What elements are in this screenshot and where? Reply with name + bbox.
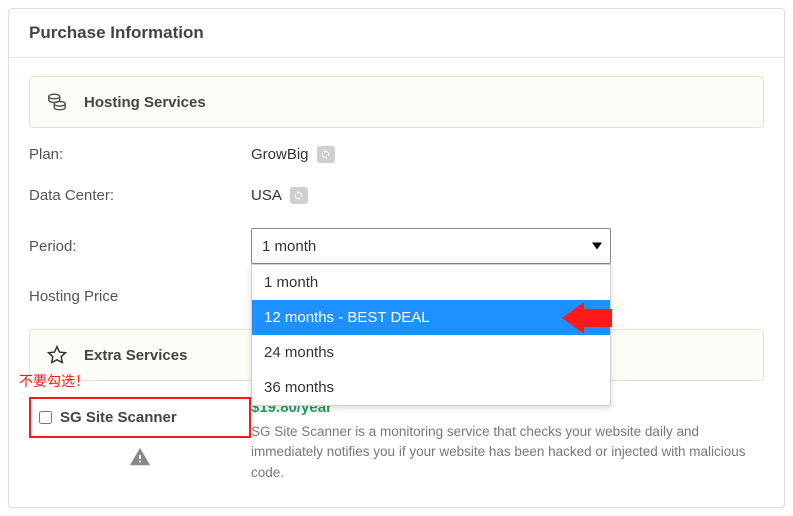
extra-right: $19.80/year SG Site Scanner is a monitor…	[251, 399, 764, 483]
extra-left: 不要勾选！ SG Site Scanner	[29, 399, 251, 483]
plan-value: GrowBig	[251, 146, 764, 163]
datacenter-value: USA	[251, 187, 764, 204]
scanner-label: SG Site Scanner	[60, 409, 177, 426]
datacenter-refresh-button[interactable]	[290, 187, 308, 204]
plan-label: Plan:	[29, 146, 251, 163]
panel-header: Purchase Information	[9, 9, 784, 58]
datacenter-value-text: USA	[251, 187, 282, 204]
datacenter-row: Data Center: USA	[29, 187, 764, 204]
panel-title: Purchase Information	[29, 23, 764, 43]
period-select[interactable]: 1 month	[251, 228, 611, 264]
annotation-arrow	[562, 302, 612, 334]
period-value: 1 month 1 month 12 months - BEST DEAL	[251, 228, 764, 264]
scanner-description: SG Site Scanner is a monitoring service …	[251, 422, 764, 483]
coins-icon	[42, 87, 72, 117]
hosting-section-title: Hosting Services	[84, 94, 206, 111]
scanner-checkbox-wrap: SG Site Scanner	[29, 397, 251, 438]
annotation-warning-text: 不要勾选！	[19, 371, 89, 391]
period-option-12months[interactable]: 12 months - BEST DEAL	[252, 300, 610, 335]
hosting-section-bar: Hosting Services	[29, 76, 764, 128]
scanner-checkbox[interactable]	[39, 411, 52, 424]
extra-section-title: Extra Services	[84, 347, 187, 364]
period-row: Period: 1 month 1 month 12 months - BEST…	[29, 228, 764, 264]
datacenter-label: Data Center:	[29, 187, 251, 204]
period-option-12months-label: 12 months - BEST DEAL	[264, 309, 430, 326]
refresh-icon	[320, 149, 331, 160]
plan-value-text: GrowBig	[251, 146, 309, 163]
arrow-shaft	[584, 309, 612, 327]
plan-refresh-button[interactable]	[317, 146, 335, 163]
period-label: Period:	[29, 238, 251, 255]
panel-body: Hosting Services Plan: GrowBig Data Cent…	[9, 58, 784, 507]
period-option-24months[interactable]: 24 months	[252, 335, 610, 370]
period-select-wrap: 1 month 1 month 12 months - BEST DEAL	[251, 228, 611, 264]
period-dropdown: 1 month 12 months - BEST DEAL 24 months …	[251, 264, 611, 406]
hosting-price-label: Hosting Price	[29, 288, 251, 305]
arrow-left-icon	[562, 302, 584, 334]
refresh-icon	[293, 190, 304, 201]
warning-icon	[129, 446, 251, 473]
period-selected-text: 1 month	[262, 238, 316, 255]
period-option-1month[interactable]: 1 month	[252, 265, 610, 300]
chevron-down-icon	[592, 243, 602, 250]
extra-service-row: 不要勾选！ SG Site Scanner $19.80/year SG Sit…	[29, 399, 764, 483]
plan-row: Plan: GrowBig	[29, 146, 764, 163]
purchase-panel: Purchase Information Hosting Services Pl…	[8, 8, 785, 508]
period-option-36months[interactable]: 36 months	[252, 370, 610, 405]
star-icon	[42, 340, 72, 370]
